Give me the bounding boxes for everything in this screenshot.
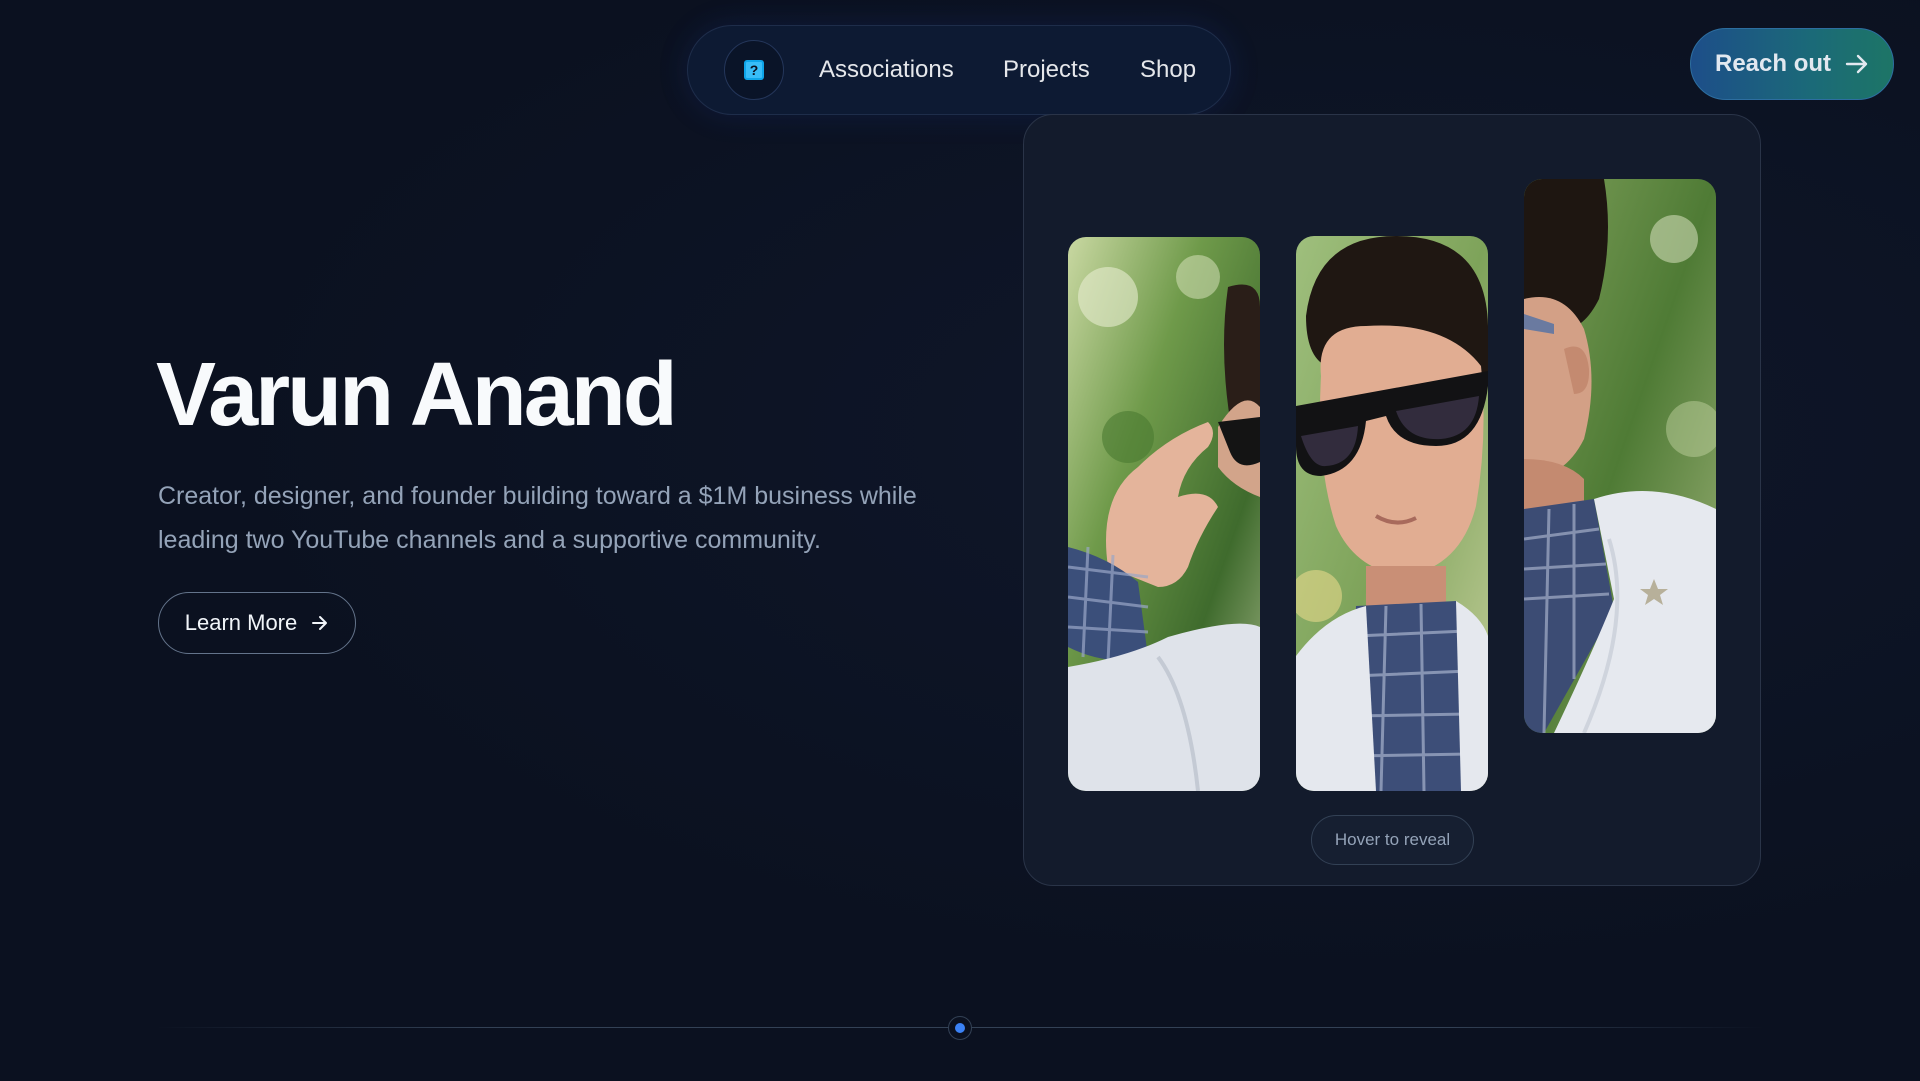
logo-button[interactable]: ? <box>724 40 784 100</box>
learn-more-label: Learn More <box>184 610 298 635</box>
hover-hint-label: Hover to reveal <box>1334 830 1451 849</box>
reach-out-label: Reach out <box>1714 50 1831 77</box>
arrow-right-icon <box>1845 54 1868 74</box>
nav-link-associations[interactable]: Associations <box>819 56 954 84</box>
top-nav: ? Associations Projects Shop <box>687 25 1231 115</box>
photo-adjusting-sunglasses[interactable] <box>1068 237 1260 791</box>
hero-title: Varun Anand <box>156 345 678 445</box>
arrow-right-icon <box>312 616 328 630</box>
nav-link-shop[interactable]: Shop <box>1140 56 1196 84</box>
photo-side-profile[interactable] <box>1524 179 1716 733</box>
photo-smiling-sunglasses[interactable] <box>1296 236 1488 791</box>
hero-subtitle: Creator, designer, and founder building … <box>158 482 917 554</box>
scroll-indicator-dot <box>948 1016 972 1040</box>
learn-more-button[interactable]: Learn More <box>158 592 356 654</box>
page: ? Associations Projects Shop Reach out V… <box>0 0 1920 1081</box>
square-logo-icon: ? <box>744 60 764 80</box>
nav-link-projects[interactable]: Projects <box>1003 56 1090 84</box>
photo-gallery-card: Hover to reveal <box>1023 114 1761 886</box>
reach-out-button[interactable]: Reach out <box>1690 28 1894 100</box>
hover-hint-badge: Hover to reveal <box>1311 815 1474 865</box>
dot-icon <box>955 1023 965 1033</box>
